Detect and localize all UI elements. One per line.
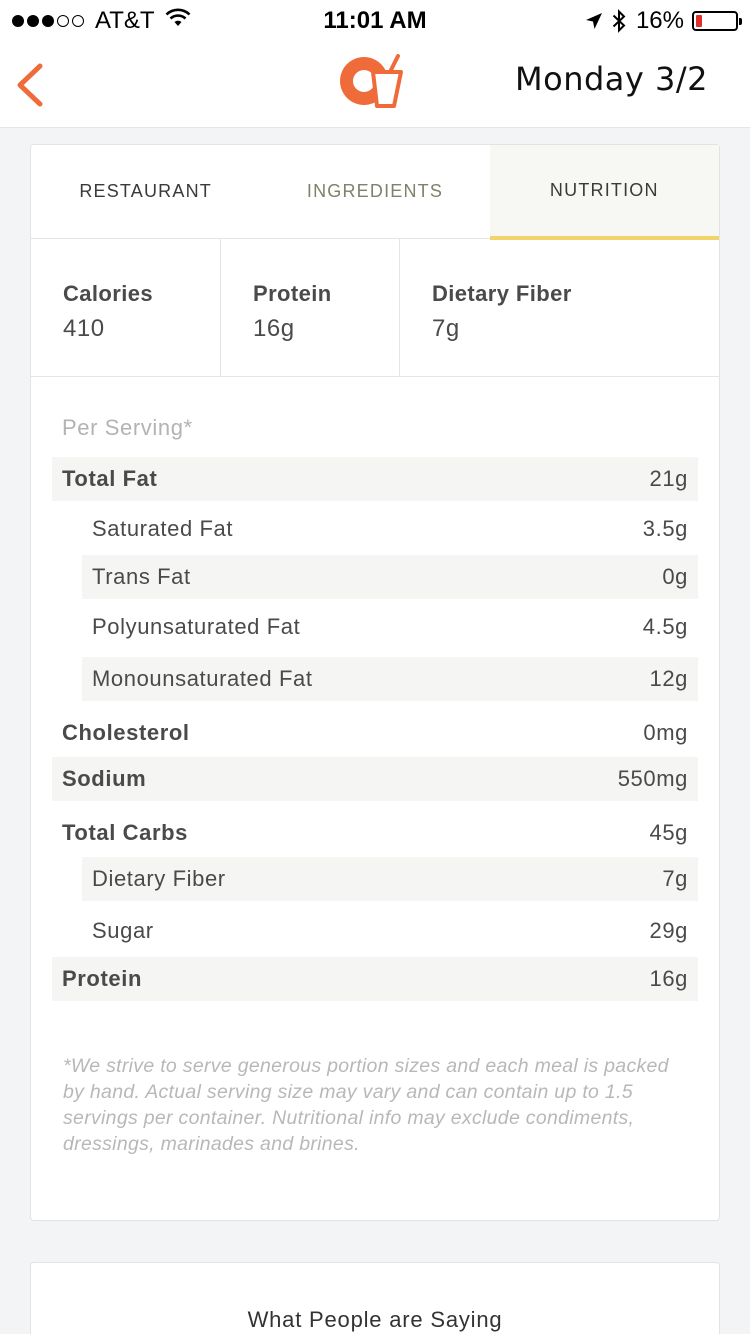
nutrition-row-trans-fat: Trans Fat 0g <box>82 555 698 599</box>
nutrition-row-total-fat: Total Fat 21g <box>52 457 698 501</box>
nutrition-row-sodium: Sodium 550mg <box>52 757 698 801</box>
nutrient-value: 7g <box>662 866 688 891</box>
nutrient-label: Sodium <box>62 766 147 791</box>
menu-date[interactable]: Monday 3/2 <box>515 60 708 98</box>
nutrition-row-sugar: Sugar 29g <box>82 909 698 953</box>
summary-value: 16g <box>253 315 295 342</box>
reviews-title: What People are Saying <box>247 1307 503 1332</box>
nutrient-label: Polyunsaturated Fat <box>92 614 301 639</box>
battery-icon <box>692 11 742 31</box>
summary-value: 7g <box>432 315 460 342</box>
nutrition-row-total-carbs: Total Carbs 45g <box>52 811 698 855</box>
app-logo <box>338 50 408 112</box>
nutrition-summary: Calories 410 Protein 16g Dietary Fiber 7… <box>31 239 719 377</box>
nutrient-value: 45g <box>649 820 688 845</box>
chevron-left-icon <box>17 63 43 107</box>
battery-nub <box>739 18 742 25</box>
nav-bar: Monday 3/2 <box>0 40 750 128</box>
summary-label: Dietary Fiber <box>432 281 572 306</box>
nutrition-row-cholesterol: Cholesterol 0mg <box>52 711 698 755</box>
nutrient-label: Saturated Fat <box>92 516 234 541</box>
summary-value: 410 <box>63 315 105 342</box>
plate-and-cup-logo <box>340 54 403 108</box>
nutrition-row-protein: Protein 16g <box>52 957 698 1001</box>
nutrient-label: Protein <box>62 966 142 991</box>
bluetooth-icon <box>612 9 626 33</box>
nutrient-value: 0mg <box>643 720 688 745</box>
summary-protein: Protein 16g <box>221 239 400 376</box>
tab-nutrition[interactable]: NUTRITION <box>489 145 719 240</box>
reviews-card: What People are Saying <box>30 1262 720 1334</box>
status-right: 16% <box>584 7 742 35</box>
nutrient-label: Cholesterol <box>62 720 190 745</box>
nutrition-row-dietary-fiber: Dietary Fiber 7g <box>82 857 698 901</box>
nutrition-row-polyunsaturated-fat: Polyunsaturated Fat 4.5g <box>82 605 698 649</box>
nutrient-label: Monounsaturated Fat <box>92 666 313 691</box>
nutrient-value: 4.5g <box>642 614 688 639</box>
nutrient-label: Total Fat <box>62 466 158 491</box>
summary-label: Calories <box>63 281 154 306</box>
nutrition-row-monounsaturated-fat: Monounsaturated Fat 12g <box>82 657 698 701</box>
battery-level <box>696 15 703 27</box>
nutrient-label: Trans Fat <box>92 564 191 589</box>
nutrition-card: RESTAURANT INGREDIENTS NUTRITION Calorie… <box>30 144 720 1221</box>
nutrition-row-saturated-fat: Saturated Fat 3.5g <box>82 507 698 551</box>
summary-dietary-fiber: Dietary Fiber 7g <box>400 239 719 376</box>
status-bar: AT&T 11:01 AM 16% <box>0 0 750 40</box>
serving-disclaimer: *We strive to serve generous portion siz… <box>63 1055 669 1155</box>
summary-calories: Calories 410 <box>31 239 221 376</box>
nutrient-label: Dietary Fiber <box>92 866 226 891</box>
nutrient-label: Total Carbs <box>62 820 188 845</box>
per-serving-label: Per Serving* <box>62 415 193 440</box>
nutrient-label: Sugar <box>92 918 154 943</box>
battery-percent: 16% <box>635 7 684 34</box>
nutrient-value: 16g <box>649 966 688 991</box>
location-arrow-icon <box>584 11 604 31</box>
nutrient-value: 0g <box>662 564 688 589</box>
back-button[interactable] <box>14 62 46 108</box>
nutrient-value: 550mg <box>617 766 688 791</box>
nutrient-value: 3.5g <box>642 516 688 541</box>
tab-ingredients[interactable]: INGREDIENTS <box>260 145 489 238</box>
nutrient-value: 29g <box>649 918 688 943</box>
summary-label: Protein <box>253 281 332 306</box>
tab-bar: RESTAURANT INGREDIENTS NUTRITION <box>31 145 719 240</box>
nutrient-value: 21g <box>649 466 688 491</box>
tab-restaurant[interactable]: RESTAURANT <box>31 145 260 238</box>
nutrient-value: 12g <box>649 666 688 691</box>
